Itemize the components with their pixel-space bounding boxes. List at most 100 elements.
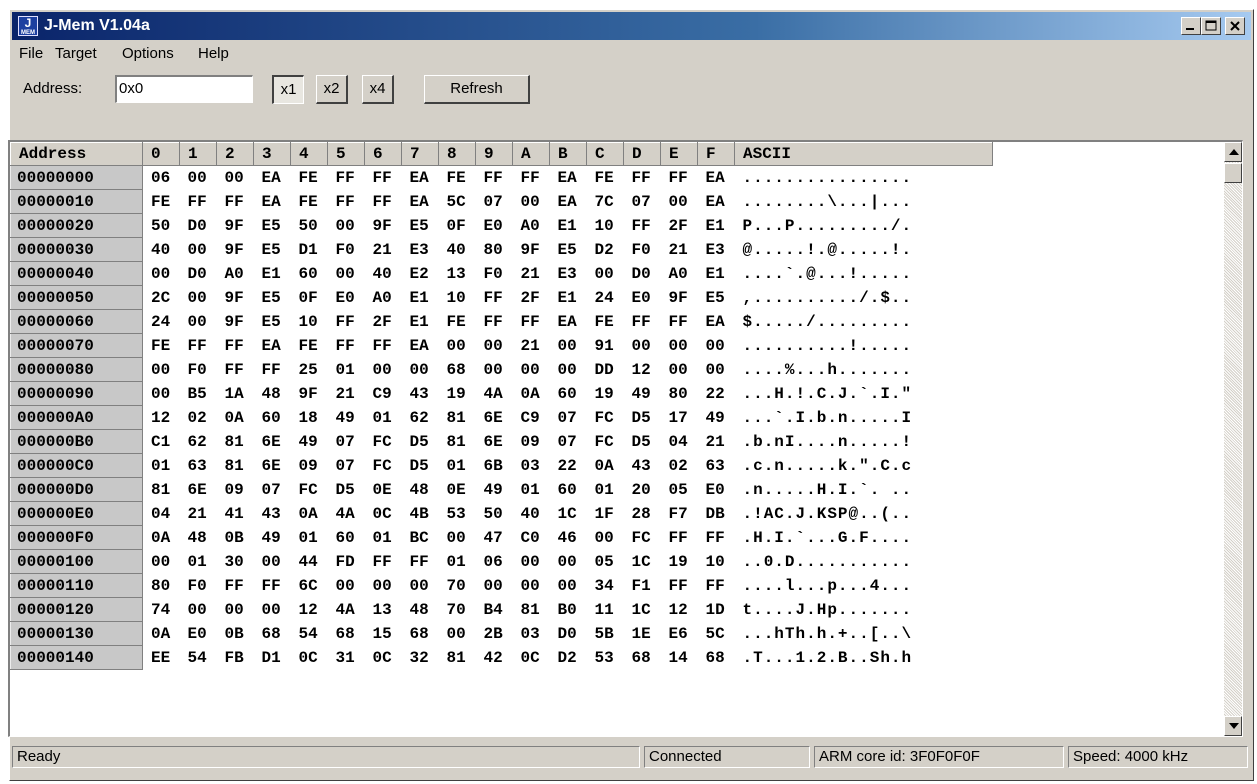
byte-cell[interactable]: 0F (439, 214, 476, 238)
byte-cell[interactable]: 00 (587, 526, 624, 550)
byte-cell[interactable]: 00 (476, 334, 513, 358)
byte-cell[interactable]: 49 (476, 478, 513, 502)
byte-cell[interactable]: 49 (254, 526, 291, 550)
byte-cell[interactable]: 10 (439, 286, 476, 310)
byte-cell[interactable]: 49 (698, 406, 735, 430)
byte-cell[interactable]: 80 (476, 238, 513, 262)
byte-cell[interactable]: FE (291, 334, 328, 358)
byte-cell[interactable]: 02 (661, 454, 698, 478)
byte-cell[interactable]: 15 (365, 622, 402, 646)
byte-cell[interactable]: B5 (180, 382, 217, 406)
byte-cell[interactable]: 00 (143, 358, 180, 382)
byte-cell[interactable]: 41 (217, 502, 254, 526)
byte-cell[interactable]: C9 (365, 382, 402, 406)
byte-cell[interactable]: 10 (291, 310, 328, 334)
byte-cell[interactable]: E1 (254, 262, 291, 286)
ascii-cell[interactable]: ....%...h....... (735, 358, 993, 382)
byte-cell[interactable]: FF (624, 310, 661, 334)
byte-cell[interactable]: 81 (513, 598, 550, 622)
byte-cell[interactable]: 49 (328, 406, 365, 430)
byte-cell[interactable]: 00 (587, 262, 624, 286)
byte-cell[interactable]: FF (365, 166, 402, 190)
ascii-cell[interactable]: ...hTh.h.+..[..\ (735, 622, 993, 646)
byte-cell[interactable]: 2F (365, 310, 402, 334)
byte-cell[interactable]: 60 (291, 262, 328, 286)
byte-cell[interactable]: E1 (550, 286, 587, 310)
byte-cell[interactable]: 81 (217, 454, 254, 478)
byte-cell[interactable]: E0 (624, 286, 661, 310)
row-address[interactable]: 00000050 (10, 285, 143, 310)
byte-cell[interactable]: 2F (513, 286, 550, 310)
ascii-cell[interactable]: ...H.!.C.J.`.I." (735, 382, 993, 406)
byte-cell[interactable]: 6C (291, 574, 328, 598)
byte-cell[interactable]: 40 (513, 502, 550, 526)
byte-cell[interactable]: 14 (661, 646, 698, 670)
byte-cell[interactable]: FC (291, 478, 328, 502)
byte-cell[interactable]: 19 (661, 550, 698, 574)
byte-cell[interactable]: D5 (624, 406, 661, 430)
byte-cell[interactable]: 09 (217, 478, 254, 502)
byte-cell[interactable]: E5 (254, 286, 291, 310)
byte-cell[interactable]: 0F (291, 286, 328, 310)
byte-cell[interactable]: 05 (661, 478, 698, 502)
byte-cell[interactable]: E1 (402, 286, 439, 310)
ascii-cell[interactable]: .!AC.J.KSP@..(.. (735, 502, 993, 526)
byte-cell[interactable]: 00 (476, 574, 513, 598)
zoom-x1-button[interactable]: x1 (272, 75, 304, 104)
row-address[interactable]: 00000000 (10, 165, 143, 190)
byte-cell[interactable]: 40 (439, 238, 476, 262)
byte-cell[interactable]: FC (365, 454, 402, 478)
menu-target[interactable]: Target (55, 45, 97, 62)
byte-cell[interactable]: D1 (254, 646, 291, 670)
byte-cell[interactable]: F0 (624, 238, 661, 262)
byte-cell[interactable]: 21 (328, 382, 365, 406)
byte-cell[interactable]: 68 (402, 622, 439, 646)
byte-cell[interactable]: FF (217, 190, 254, 214)
byte-cell[interactable]: F0 (328, 238, 365, 262)
row-address[interactable]: 00000140 (10, 645, 143, 670)
row-address[interactable]: 000000C0 (10, 453, 143, 478)
byte-cell[interactable]: E1 (402, 310, 439, 334)
byte-cell[interactable]: 00 (365, 358, 402, 382)
byte-cell[interactable]: FF (661, 166, 698, 190)
byte-cell[interactable]: FF (365, 550, 402, 574)
byte-cell[interactable]: E5 (254, 214, 291, 238)
byte-cell[interactable]: 01 (365, 526, 402, 550)
byte-cell[interactable]: 0B (217, 526, 254, 550)
byte-cell[interactable]: 00 (328, 214, 365, 238)
byte-cell[interactable]: 0C (365, 646, 402, 670)
byte-cell[interactable]: 60 (550, 382, 587, 406)
byte-cell[interactable]: 06 (143, 166, 180, 190)
byte-cell[interactable]: 80 (661, 382, 698, 406)
byte-cell[interactable]: 11 (587, 598, 624, 622)
byte-cell[interactable]: 0C (291, 646, 328, 670)
byte-cell[interactable]: FF (217, 574, 254, 598)
byte-cell[interactable]: 00 (698, 358, 735, 382)
byte-cell[interactable]: 81 (439, 430, 476, 454)
byte-cell[interactable]: E0 (698, 478, 735, 502)
byte-cell[interactable]: 62 (180, 430, 217, 454)
row-address[interactable]: 000000E0 (10, 501, 143, 526)
byte-cell[interactable]: DD (587, 358, 624, 382)
byte-cell[interactable]: FF (624, 214, 661, 238)
byte-cell[interactable]: FF (661, 574, 698, 598)
byte-cell[interactable]: 4A (328, 598, 365, 622)
menu-file[interactable]: File (19, 45, 43, 62)
byte-cell[interactable]: 9F (217, 286, 254, 310)
byte-cell[interactable]: 25 (291, 358, 328, 382)
byte-cell[interactable]: 9F (217, 214, 254, 238)
byte-cell[interactable]: 22 (550, 454, 587, 478)
byte-cell[interactable]: 1E (624, 622, 661, 646)
ascii-cell[interactable]: .b.nI....n.....! (735, 430, 993, 454)
byte-cell[interactable]: E3 (550, 262, 587, 286)
byte-cell[interactable]: 60 (328, 526, 365, 550)
ascii-cell[interactable]: ,........../.$.. (735, 286, 993, 310)
byte-cell[interactable]: 7C (587, 190, 624, 214)
byte-cell[interactable]: 21 (365, 238, 402, 262)
byte-cell[interactable]: C0 (513, 526, 550, 550)
byte-cell[interactable]: 1C (550, 502, 587, 526)
byte-cell[interactable]: FE (291, 166, 328, 190)
menu-help[interactable]: Help (198, 45, 229, 62)
byte-cell[interactable]: A0 (217, 262, 254, 286)
row-address[interactable]: 000000B0 (10, 429, 143, 454)
